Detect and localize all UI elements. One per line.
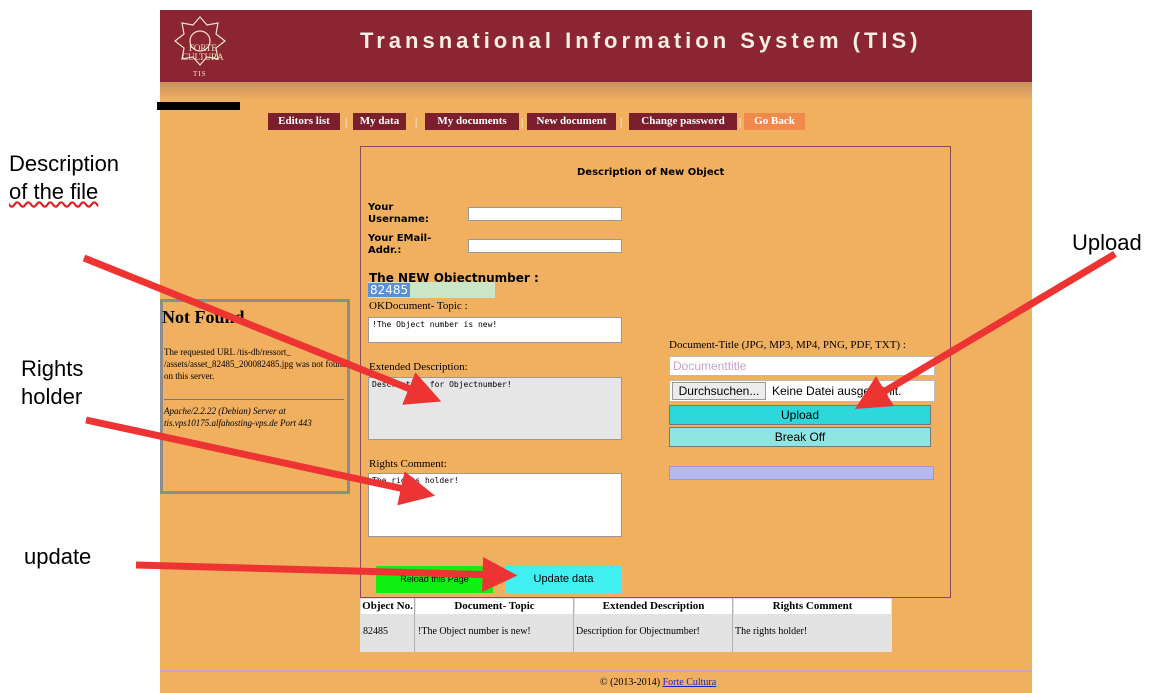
annotation-arrows [82, 250, 1117, 593]
arrow-description [82, 254, 442, 405]
arrow-rights [85, 416, 436, 506]
arrow-upload [854, 250, 1117, 409]
arrow-update [135, 557, 518, 593]
